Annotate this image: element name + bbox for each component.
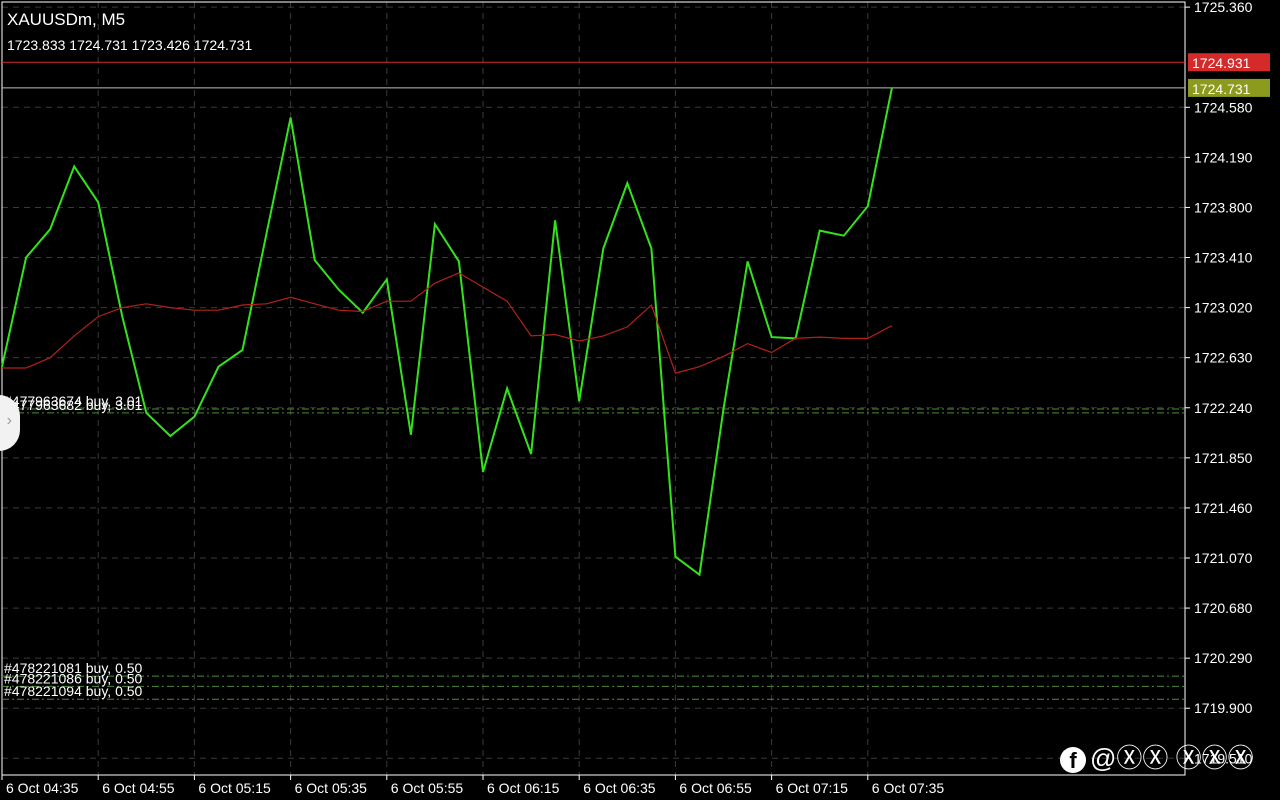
x-tick-label: 6 Oct 07:35 [872, 780, 945, 796]
symbol-title: XAUUSDm, M5 [7, 10, 126, 29]
price-tag-label: 1724.931 [1192, 55, 1251, 71]
y-tick-label: 1721.460 [1194, 500, 1253, 516]
y-tick-label: 1720.680 [1194, 600, 1253, 616]
watermark-text: @ⓍⓍ ⓍⓍⓍ [1090, 743, 1254, 773]
y-tick-label: 1722.240 [1194, 400, 1253, 416]
y-tick-label: 1720.290 [1194, 650, 1253, 666]
order-label: #478221094 buy, 0.50 [4, 683, 143, 699]
y-tick-label: 1724.580 [1194, 99, 1253, 115]
x-tick-label: 6 Oct 06:35 [583, 780, 656, 796]
y-tick-label: 1719.900 [1194, 700, 1253, 716]
chart-frame [1, 1, 1186, 776]
x-tick-label: 6 Oct 05:55 [391, 780, 464, 796]
order-label: #477963682 buy, 3.01 [4, 397, 143, 413]
watermark: f @ⓍⓍ ⓍⓍⓍ [1060, 738, 1254, 775]
price-chart[interactable]: 6 Oct 04:35 6 Oct 04:55 6 Oct 05:15 6 Oct 0… [0, 0, 1280, 800]
y-tick-label: 1722.630 [1194, 350, 1253, 366]
close-price-line [1, 87, 893, 577]
x-tick-label: 6 Oct 04:35 [6, 780, 79, 796]
y-tick-label: 1725.360 [1194, 0, 1253, 15]
chevron-right-icon: › [6, 412, 12, 429]
facebook-icon: f [1060, 747, 1086, 774]
x-tick-label: 6 Oct 05:15 [198, 780, 271, 796]
y-tick-label: 1724.190 [1194, 149, 1253, 165]
x-tick-label: 6 Oct 04:55 [102, 780, 175, 796]
ohlc-readout: 1723.833 1724.731 1723.426 1724.731 [7, 37, 253, 53]
y-tick-label: 1723.800 [1194, 199, 1253, 215]
y-tick-label: 1723.020 [1194, 300, 1253, 316]
y-tick-label: 1721.850 [1194, 450, 1253, 466]
y-tick-label: 1721.070 [1194, 550, 1253, 566]
price-tag-label: 1724.731 [1192, 81, 1251, 97]
x-tick-label: 6 Oct 07:15 [776, 780, 849, 796]
x-tick-label: 6 Oct 06:15 [487, 780, 560, 796]
x-tick-label: 6 Oct 05:35 [295, 780, 368, 796]
x-tick-label: 6 Oct 06:55 [679, 780, 752, 796]
y-tick-label: 1723.410 [1194, 250, 1253, 266]
